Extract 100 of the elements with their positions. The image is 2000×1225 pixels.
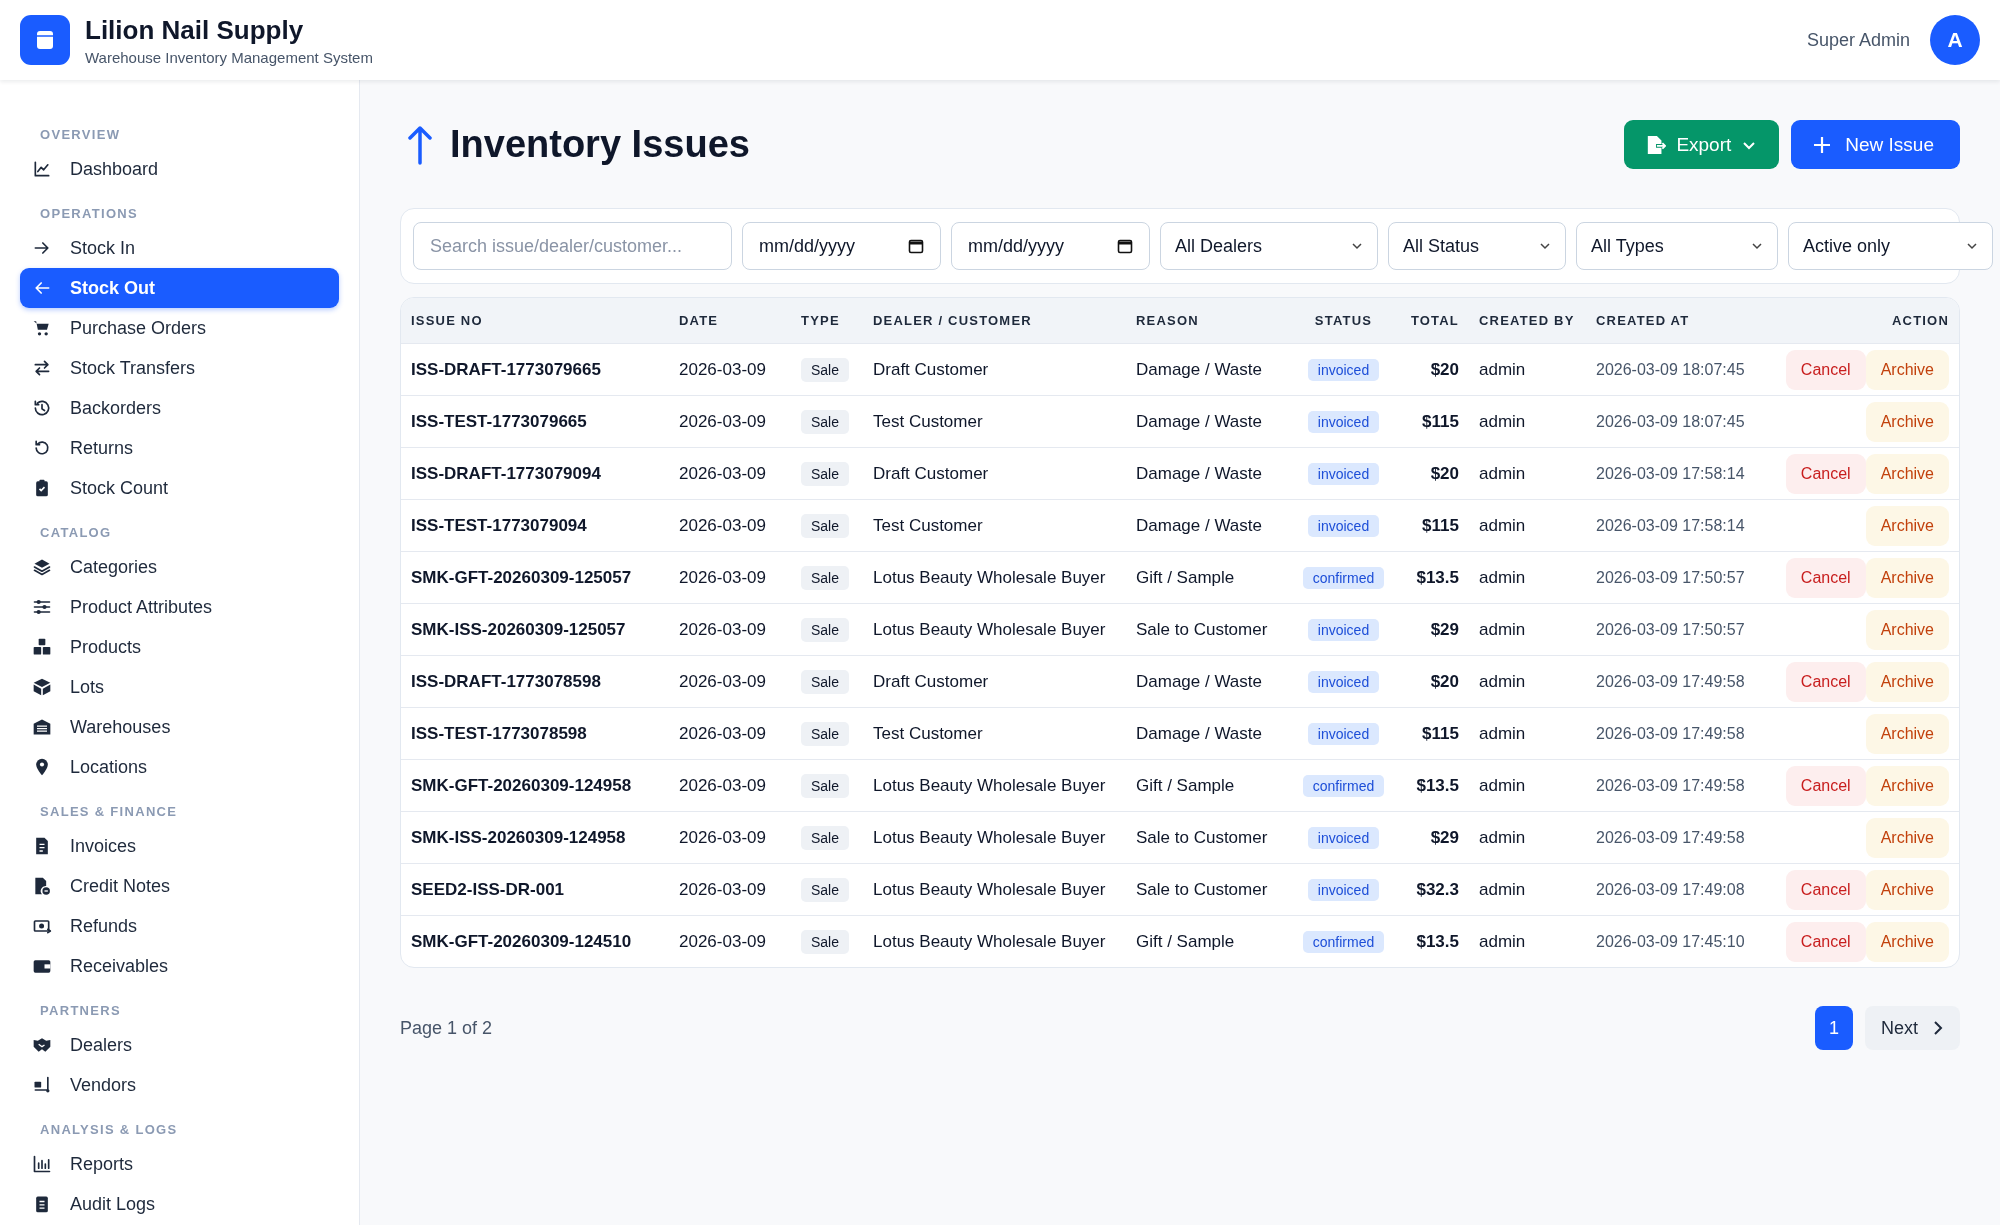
sidebar-item[interactable]: Receivables [20, 946, 339, 986]
sidebar-item[interactable]: Categories [20, 547, 339, 587]
table-cell-text: Lotus Beauty Wholesale Buyer [873, 567, 1107, 588]
status-tag: invoiced [1307, 410, 1380, 433]
sidebar-item[interactable]: Credit Notes [20, 866, 339, 906]
nav-section-title: CATALOG [40, 524, 112, 540]
sidebar-item[interactable]: Dealers [20, 1025, 339, 1065]
page-button[interactable]: 1 [1815, 1006, 1853, 1050]
table-cell-text: $29 [1429, 619, 1459, 640]
archive-button[interactable]: Archive [1865, 349, 1949, 390]
export-button[interactable]: Export [1624, 120, 1780, 169]
cancel-button[interactable]: Cancel [1785, 453, 1866, 494]
table-cell-text: admin [1478, 723, 1527, 744]
table-cell-text: SMK-ISS-20260309-124958 [411, 827, 627, 848]
table-cell-text: Test Customer [873, 411, 984, 432]
type-tag: Sale [801, 669, 850, 694]
cancel-button[interactable]: Cancel [1785, 921, 1866, 962]
archive-button[interactable]: Archive [1865, 505, 1949, 546]
archive-button[interactable]: Archive [1865, 401, 1949, 442]
sidebar-item[interactable]: Stock Count [20, 468, 339, 508]
table-cell-text: 2026-03-09 17:50:57 [1596, 620, 1746, 639]
status-tag: invoiced [1307, 358, 1380, 381]
chevron-right-icon [1932, 1020, 1944, 1036]
calendar-icon [908, 238, 924, 254]
sidebar-item[interactable]: Purchase Orders [20, 308, 339, 348]
cancel-button[interactable]: Cancel [1785, 557, 1866, 598]
date-from-field[interactable]: mm/dd/yyyy [742, 222, 941, 270]
user-name[interactable]: Super Admin [1806, 29, 1910, 51]
nav-section-title: SALES & FINANCE [40, 803, 178, 819]
chevron-down-icon [1351, 240, 1363, 252]
type-tag: Sale [801, 721, 850, 746]
table-cell-text: SMK-GFT-20260309-124510 [411, 931, 633, 952]
nav-section-title: PARTNERS [40, 1002, 121, 1018]
sidebar-item[interactable]: Returns [20, 428, 339, 468]
type-tag: Sale [801, 461, 850, 486]
chevron-down-icon [1966, 240, 1978, 252]
date-to-field[interactable]: mm/dd/yyyy [951, 222, 1150, 270]
search-field[interactable]: Search issue/dealer/customer... [413, 222, 732, 270]
table-cell-text: 2026-03-09 17:50:57 [1596, 568, 1746, 587]
table-cell-text: Draft Customer [873, 359, 990, 380]
filter-select[interactable]: Active only [1788, 222, 1993, 270]
table-cell-text: Damage / Waste [1136, 723, 1263, 744]
sidebar-item[interactable]: Reports [20, 1144, 339, 1184]
sidebar-item[interactable]: Locations [20, 747, 339, 787]
new-issue-button[interactable]: New Issue [1791, 120, 1960, 169]
sidebar-item[interactable]: Stock Out [20, 268, 339, 308]
status-tag: confirmed [1302, 930, 1385, 953]
sidebar-item[interactable]: Invoices [20, 826, 339, 866]
table-cell-text: 2026-03-09 [679, 671, 767, 692]
sidebar-item[interactable]: Product Attributes [20, 587, 339, 627]
sidebar-item[interactable]: Audit Logs [20, 1184, 339, 1224]
filter-select[interactable]: All Dealers [1160, 222, 1378, 270]
table-cell-text: ISS-DRAFT-1773078598 [411, 671, 602, 692]
archive-button[interactable]: Archive [1865, 713, 1949, 754]
filter-select[interactable]: All Status [1388, 222, 1566, 270]
line-chart-icon [32, 159, 52, 179]
table-cell-text: 2026-03-09 [679, 879, 767, 900]
archive-button[interactable]: Archive [1865, 557, 1949, 598]
sidebar-item[interactable]: Refunds [20, 906, 339, 946]
table-cell-text: 2026-03-09 [679, 463, 767, 484]
chevron-down-icon [1751, 240, 1763, 252]
type-tag: Sale [801, 773, 850, 798]
layers-icon [32, 557, 52, 577]
next-button[interactable]: Next [1865, 1006, 1960, 1050]
table-cell-text: 2026-03-09 [679, 411, 767, 432]
undo-icon [32, 438, 52, 458]
sidebar-item[interactable]: Vendors [20, 1065, 339, 1105]
cancel-button[interactable]: Cancel [1785, 765, 1866, 806]
filter-select[interactable]: All Types [1576, 222, 1778, 270]
sidebar-item[interactable]: Stock Transfers [20, 348, 339, 388]
sidebar-item[interactable]: Backorders [20, 388, 339, 428]
sidebar-item[interactable]: Products [20, 627, 339, 667]
table-cell-text: admin [1478, 827, 1527, 848]
table-cell-text: Lotus Beauty Wholesale Buyer [873, 619, 1107, 640]
cancel-button[interactable]: Cancel [1785, 349, 1866, 390]
sidebar-item[interactable]: Dashboard [20, 149, 339, 189]
cancel-button[interactable]: Cancel [1785, 869, 1866, 910]
table-cell-text: Test Customer [873, 723, 984, 744]
archive-button[interactable]: Archive [1865, 453, 1949, 494]
archive-button[interactable]: Archive [1865, 765, 1949, 806]
sidebar-item[interactable]: Stock In [20, 228, 339, 268]
status-tag: confirmed [1302, 774, 1385, 797]
table-cell-text: Damage / Waste [1136, 411, 1263, 432]
chevron-down-icon [1539, 240, 1551, 252]
user-avatar[interactable]: A [1930, 15, 1980, 65]
archive-button[interactable]: Archive [1865, 921, 1949, 962]
table-cell-text: Lotus Beauty Wholesale Buyer [873, 827, 1107, 848]
cancel-button[interactable]: Cancel [1785, 661, 1866, 702]
sidebar-item[interactable]: Warehouses [20, 707, 339, 747]
archive-button[interactable]: Archive [1865, 869, 1949, 910]
sidebar-item[interactable]: Lots [20, 667, 339, 707]
archive-button[interactable]: Archive [1865, 661, 1949, 702]
table-cell-text: 2026-03-09 17:49:08 [1596, 880, 1746, 899]
type-tag: Sale [801, 877, 850, 902]
status-tag: invoiced [1307, 618, 1380, 641]
table-cell-text: 2026-03-09 17:49:58 [1596, 672, 1746, 691]
table-cell-text: Draft Customer [873, 463, 990, 484]
archive-button[interactable]: Archive [1865, 609, 1949, 650]
archive-button[interactable]: Archive [1865, 817, 1949, 858]
column-header: REASON [1136, 313, 1200, 328]
